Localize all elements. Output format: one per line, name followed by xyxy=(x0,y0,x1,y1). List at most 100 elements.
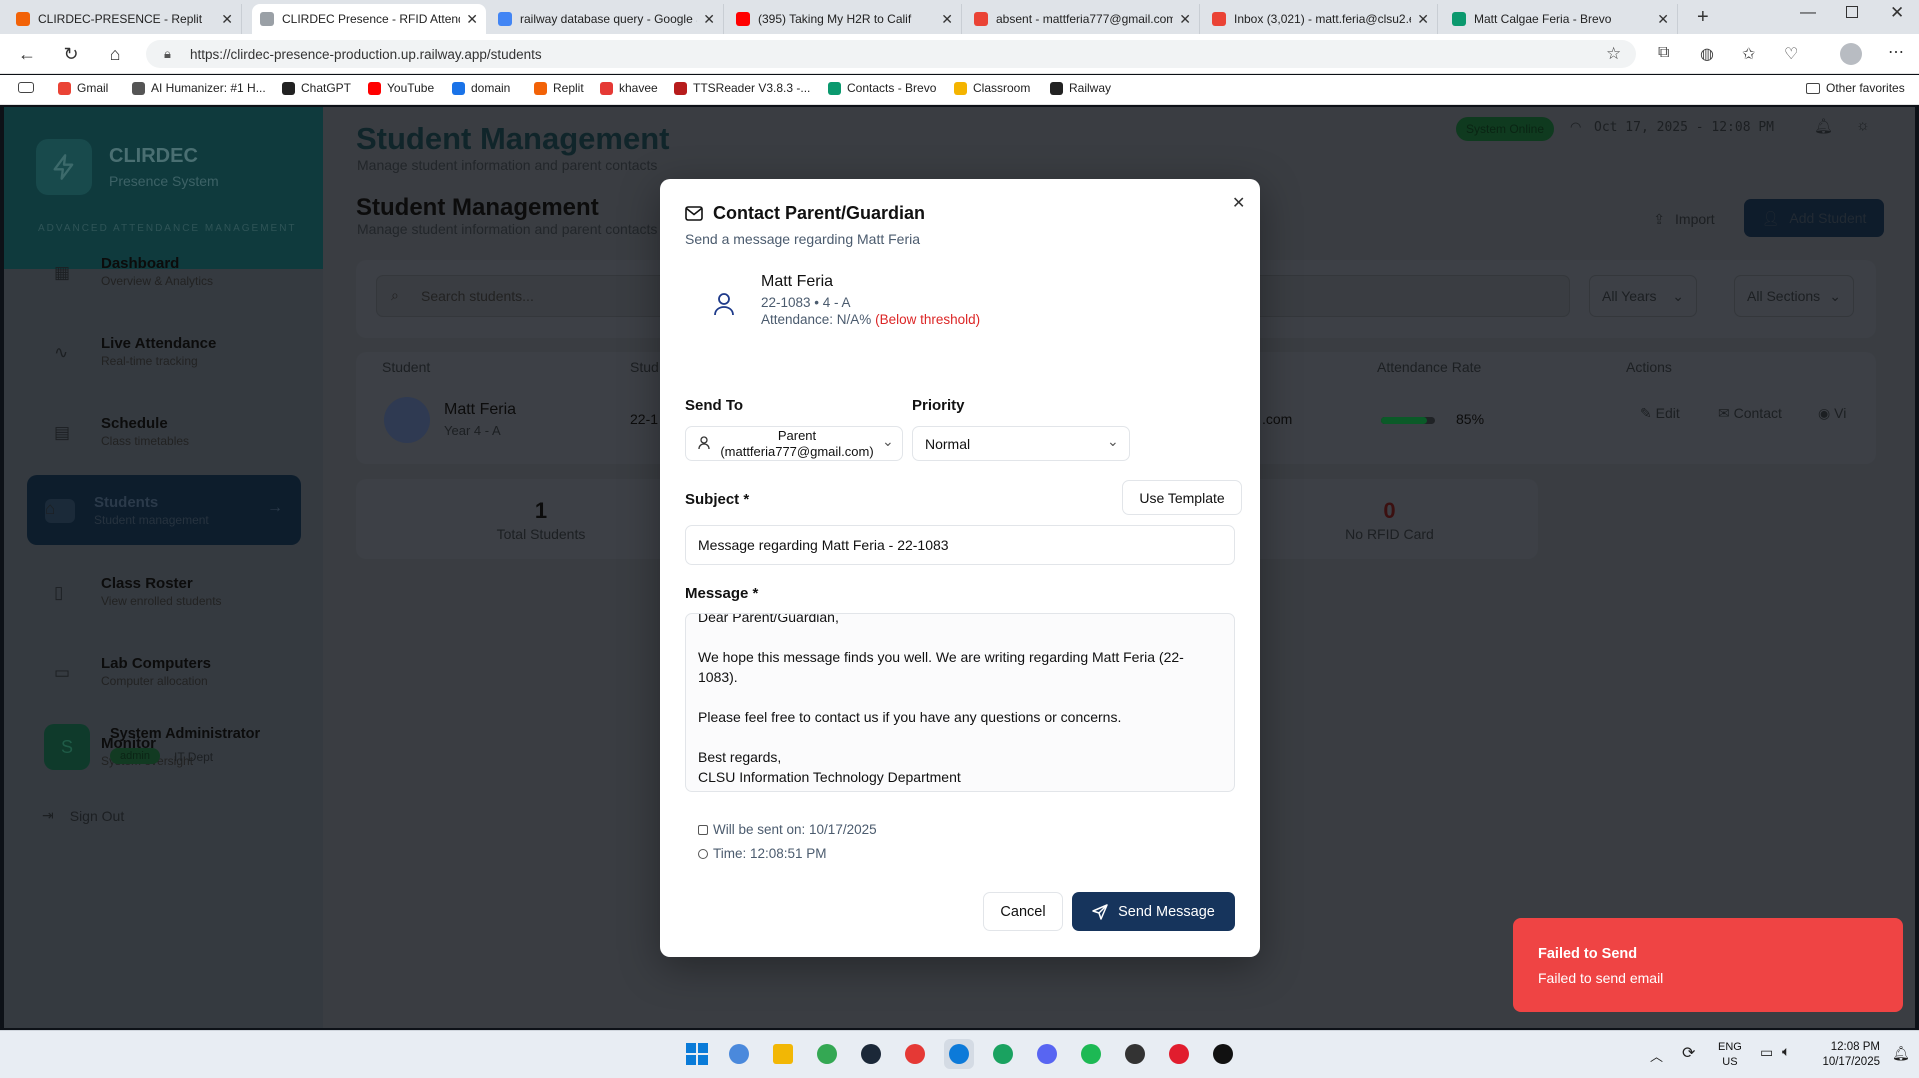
chrome-icon[interactable] xyxy=(812,1039,842,1069)
clock[interactable]: 12:08 PM 10/17/2025 xyxy=(1812,1040,1880,1070)
back-icon[interactable]: ← xyxy=(16,43,38,65)
browser-tab[interactable]: Inbox (3,021) - matt.feria@clsu2.e ✕ xyxy=(1204,4,1438,34)
favorite-star-icon[interactable]: ☆ xyxy=(1606,44,1621,64)
favorites-icon[interactable]: ✩ xyxy=(1742,44,1755,64)
bookmark-item[interactable]: AI Humanizer: #1 H... xyxy=(132,81,266,95)
tab-favicon xyxy=(974,12,988,26)
volume-icon[interactable]: 🔈︎ xyxy=(1782,1043,1790,1060)
widgets-icon[interactable] xyxy=(724,1039,754,1069)
obs-icon[interactable] xyxy=(1120,1039,1150,1069)
bookmark-label: Replit xyxy=(553,81,584,95)
bookmark-label: AI Humanizer: #1 H... xyxy=(151,81,266,95)
home-icon[interactable]: ⌂ xyxy=(104,43,126,65)
cancel-button[interactable]: Cancel xyxy=(983,892,1063,931)
bookmark-item[interactable]: khavee xyxy=(600,81,658,95)
tab-close-icon[interactable]: ✕ xyxy=(1179,11,1191,28)
tab-close-icon[interactable]: ✕ xyxy=(221,11,233,28)
discord-icon-glyph xyxy=(1037,1044,1057,1064)
tray-chevron-icon[interactable]: ︿ xyxy=(1650,1046,1663,1065)
bookmark-item[interactable]: domain xyxy=(452,81,510,95)
calendar-icon xyxy=(698,824,708,835)
browser-tab[interactable]: absent - mattferia777@gmail.com ✕ xyxy=(966,4,1200,34)
message-line: We hope this message finds you well. We … xyxy=(698,649,1184,665)
priority-select[interactable]: Normal ⌄ xyxy=(912,426,1130,461)
bookmark-label: Classroom xyxy=(973,81,1031,95)
tab-close-icon[interactable]: ✕ xyxy=(466,11,478,28)
tab-title: railway database query - Google S xyxy=(520,12,698,26)
tab-close-icon[interactable]: ✕ xyxy=(703,11,715,28)
toast-title: Failed to Send xyxy=(1538,946,1638,962)
student-info-card: Matt Feria 22-1083 • 4 - A Attendance: N… xyxy=(685,267,1235,347)
message-textarea[interactable]: Dear Parent/Guardian, We hope this messag… xyxy=(685,613,1235,792)
language-indicator[interactable]: ENG US xyxy=(1718,1040,1742,1070)
discord-icon[interactable] xyxy=(1032,1039,1062,1069)
bookmark-item[interactable]: YouTube xyxy=(368,81,434,95)
browser-tab[interactable]: CLIRDEC Presence - RFID Attenda ✕ xyxy=(252,4,486,34)
edge-beta-icon[interactable] xyxy=(988,1039,1018,1069)
bookmark-favicon xyxy=(1050,81,1063,95)
tiktok-icon[interactable] xyxy=(1208,1039,1238,1069)
tab-title: Matt Calgae Feria - Brevo xyxy=(1474,12,1612,26)
refresh-icon[interactable]: ↻ xyxy=(60,43,82,65)
bookmark-label: YouTube xyxy=(387,81,435,95)
tab-favicon xyxy=(260,12,274,26)
steam-icon[interactable] xyxy=(856,1039,886,1069)
bookmark-item[interactable]: Railway xyxy=(1050,81,1111,95)
minimize-button[interactable]: — xyxy=(1800,4,1816,22)
browser-tab[interactable]: CLIRDEC-PRESENCE - Replit ✕ xyxy=(8,4,242,34)
app-icon[interactable] xyxy=(900,1039,930,1069)
browser-tab[interactable]: (395) Taking My H2R to Calif ✕ xyxy=(728,4,962,34)
bookmark-favicon xyxy=(534,81,547,95)
file-explorer-icon-glyph xyxy=(773,1044,793,1064)
file-explorer-icon[interactable] xyxy=(768,1039,798,1069)
bookmark-item[interactable]: Replit xyxy=(534,81,584,95)
message-line xyxy=(698,687,1224,707)
tab-close-icon[interactable]: ✕ xyxy=(941,11,953,28)
more-options-icon[interactable]: ⋯ xyxy=(1888,42,1904,62)
other-favorites[interactable]: Other favorites xyxy=(1806,81,1905,95)
profile-avatar[interactable] xyxy=(1840,43,1862,65)
steam-icon-glyph xyxy=(861,1044,881,1064)
browser-tab[interactable]: Matt Calgae Feria - Brevo ✕ xyxy=(1444,4,1678,34)
subject-input[interactable]: Message regarding Matt Feria - 22-1083 xyxy=(685,525,1235,565)
tab-close-icon[interactable]: ✕ xyxy=(1417,11,1429,28)
user-icon xyxy=(713,292,735,316)
send-icon xyxy=(1092,903,1108,920)
message-line: Please feel free to contact us if you ha… xyxy=(698,709,1122,725)
send-message-button[interactable]: Send Message xyxy=(1072,892,1235,931)
bookmark-item[interactable]: Contacts - Brevo xyxy=(828,81,936,95)
spotify-icon[interactable] xyxy=(1076,1039,1106,1069)
send-to-value: Parent (mattferia777@gmail.com) xyxy=(720,428,874,459)
bookmark-item[interactable]: Gmail xyxy=(58,81,108,95)
chevron-down-icon: ⌄ xyxy=(882,433,894,449)
use-template-button[interactable]: Use Template xyxy=(1122,480,1242,515)
browser-tab[interactable]: railway database query - Google S ✕ xyxy=(490,4,724,34)
restore-button[interactable] xyxy=(1846,6,1858,18)
windows-start-icon[interactable] xyxy=(682,1039,712,1069)
sync-icon[interactable]: ⟳ xyxy=(1682,1043,1695,1063)
opera-icon[interactable] xyxy=(1164,1039,1194,1069)
bookmark-item[interactable]: ChatGPT xyxy=(282,81,351,95)
bookmark-item[interactable]: TTSReader V3.8.3 -... xyxy=(674,81,810,95)
close-icon[interactable]: ✕ xyxy=(1232,193,1245,213)
dialog-title: Contact Parent/Guardian xyxy=(713,203,926,223)
edge-icon[interactable] xyxy=(944,1039,974,1069)
wallet-icon[interactable]: ◍ xyxy=(1700,44,1714,64)
url-input[interactable]: 🔒︎ https://clirdec-presence-production.u… xyxy=(146,40,1636,68)
close-window-button[interactable]: ✕ xyxy=(1890,3,1904,23)
copilot-icon[interactable]: ♡ xyxy=(1784,44,1798,64)
notification-bell-icon[interactable]: 🔔︎ xyxy=(1892,1045,1910,1062)
bookmark-label: Railway xyxy=(1069,81,1112,95)
new-tab-button[interactable]: + xyxy=(1697,6,1709,29)
error-toast[interactable]: Failed to Send Failed to send email xyxy=(1513,918,1903,1012)
send-to-select[interactable]: Parent (mattferia777@gmail.com) ⌄ xyxy=(685,426,903,461)
tab-close-icon[interactable]: ✕ xyxy=(1657,11,1669,28)
subject-label: Subject * xyxy=(685,491,750,508)
bookmark-favicon xyxy=(452,81,465,95)
tab-title: CLIRDEC-PRESENCE - Replit xyxy=(38,12,203,26)
network-icon[interactable]: ▭ xyxy=(1760,1044,1773,1061)
dialog-subtitle: Send a message regarding Matt Feria xyxy=(685,231,921,247)
extensions-icon[interactable]: ⧉ xyxy=(1658,44,1669,62)
bookmarks-sidebar-icon[interactable] xyxy=(18,82,34,93)
bookmark-item[interactable]: Classroom xyxy=(954,81,1030,95)
